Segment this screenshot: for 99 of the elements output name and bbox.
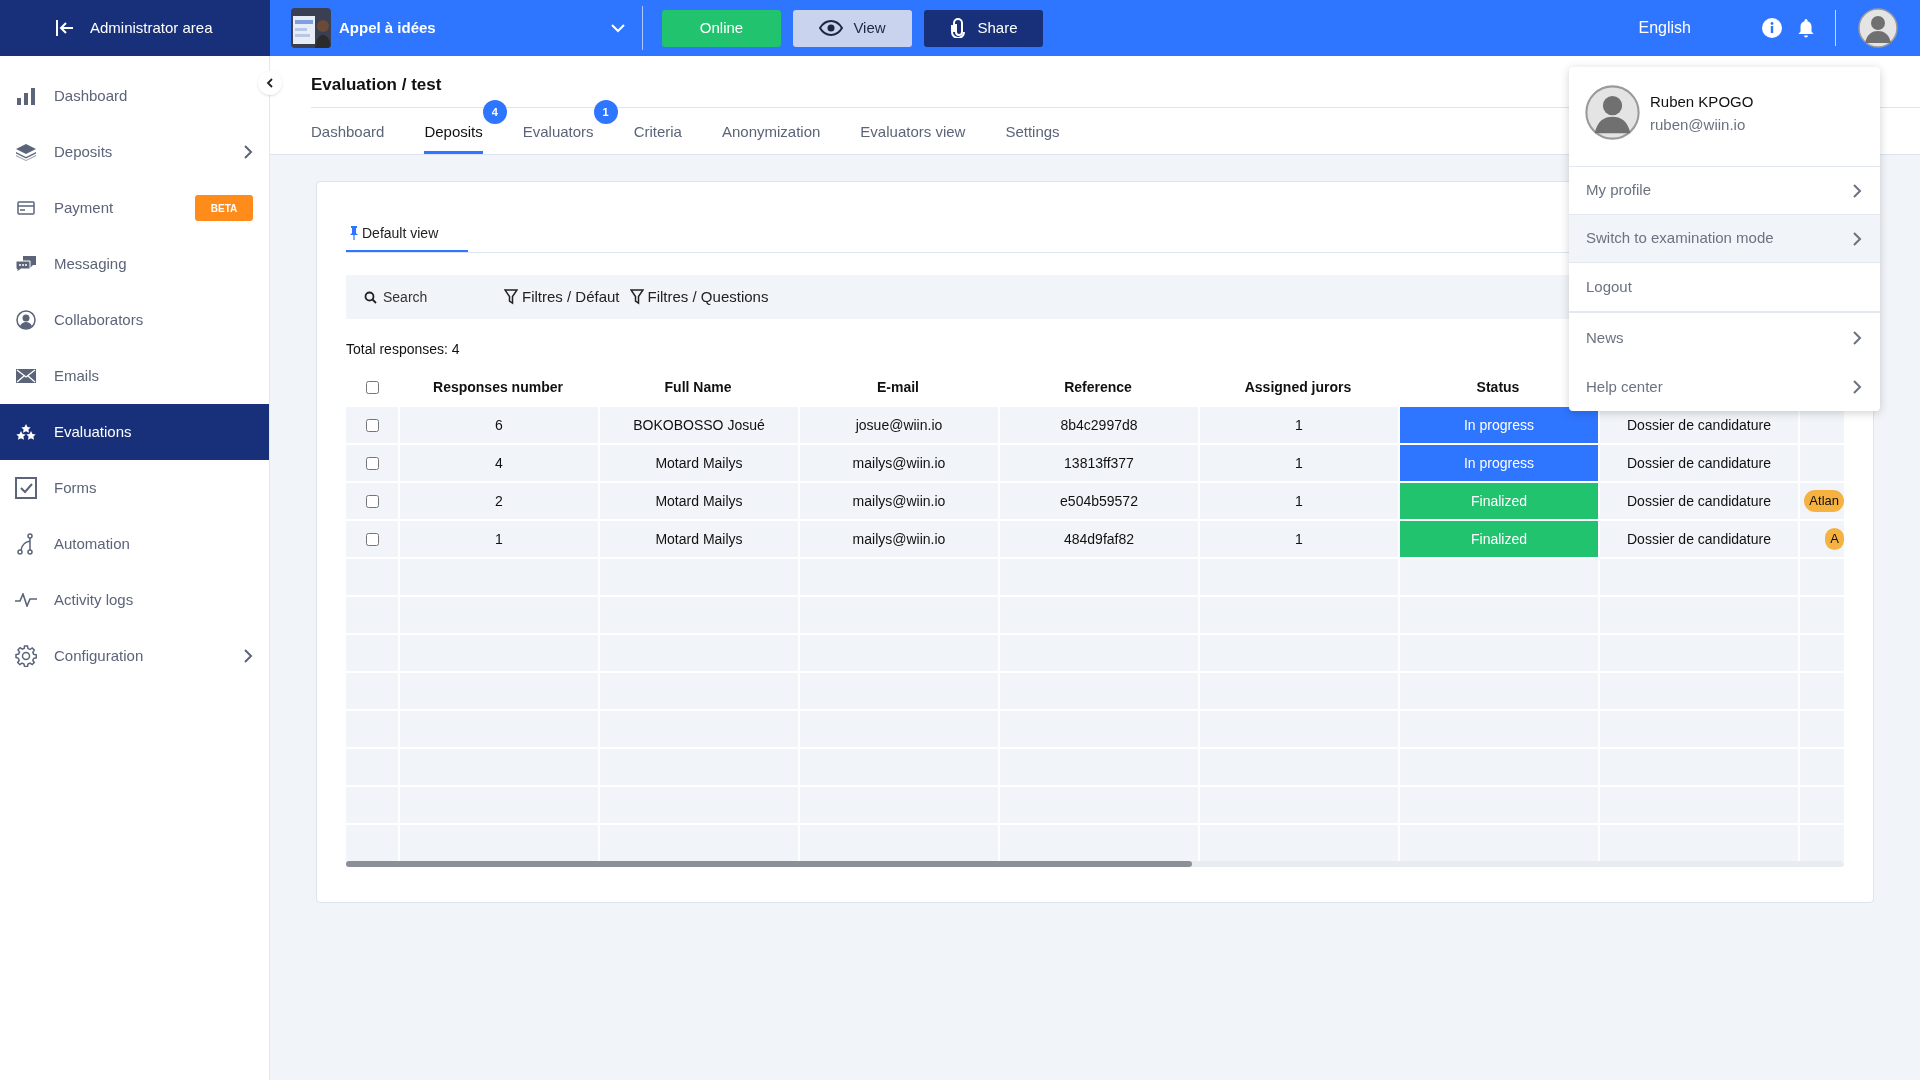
table-cell: 13813ff377	[1000, 445, 1198, 481]
chevron-left-icon	[265, 77, 275, 89]
status-cell: Finalized	[1400, 483, 1598, 519]
status-cell: In progress	[1400, 407, 1598, 443]
sidebar-item[interactable]: Dashboard	[0, 68, 269, 124]
eye-icon	[819, 20, 844, 36]
table-cell: 1	[1200, 483, 1398, 519]
bar-chart-icon	[14, 86, 38, 106]
funnel-icon	[504, 289, 518, 305]
user-email: ruben@wiin.io	[1650, 114, 1747, 135]
filter-button[interactable]: Filtres / Défaut	[504, 285, 620, 309]
share-button[interactable]: Share	[924, 9, 1043, 47]
column-header: E-mail	[876, 377, 920, 397]
link-icon	[949, 18, 968, 38]
table-cell: Dossier de candidature	[1600, 521, 1798, 557]
row-checkbox[interactable]	[365, 456, 379, 470]
sidebar-item[interactable]: Configuration	[0, 628, 269, 684]
search-field[interactable]: Search	[383, 286, 483, 308]
table-cell: 2	[400, 483, 598, 519]
table-cell: 1	[1200, 445, 1398, 481]
menu-item[interactable]: News	[1569, 311, 1880, 363]
sidebar-item[interactable]: Automation	[0, 516, 269, 572]
filter-button[interactable]: Filtres / Questions	[629, 285, 769, 309]
count-badge: 4	[482, 100, 507, 124]
info-icon[interactable]	[1761, 17, 1783, 39]
tag: A	[1825, 528, 1844, 550]
menu-item[interactable]: Logout	[1569, 263, 1880, 311]
user-name: Ruben KPOGO	[1650, 92, 1754, 112]
sidebar-item[interactable]: Activity logs	[0, 572, 269, 628]
table-cell: Dossier de candidature	[1600, 483, 1798, 519]
tab[interactable]: Evaluators view	[860, 114, 966, 154]
table-cell: Dossier de candidature	[1600, 445, 1798, 481]
column-header: Responses number	[432, 377, 564, 397]
stars-icon	[14, 424, 38, 440]
tab[interactable]: Deposits	[424, 114, 483, 154]
tab[interactable]: Evaluators	[522, 114, 594, 154]
table-cell: BOKOBOSSO Josué	[600, 407, 798, 443]
row-checkbox[interactable]	[365, 532, 379, 546]
pin-icon	[350, 226, 358, 240]
search-icon	[364, 290, 377, 304]
view-button[interactable]: View	[793, 9, 912, 47]
avatar-icon	[1585, 85, 1640, 140]
total-responses: Total responses: 4	[346, 340, 461, 357]
status-cell: In progress	[1400, 445, 1598, 481]
table-cell: mailys@wiin.io	[800, 521, 998, 557]
sidebar-item[interactable]: Payment BETA	[0, 180, 269, 236]
table-cell: 1	[400, 521, 598, 557]
table-cell: Motard Mailys	[600, 521, 798, 557]
tab[interactable]: Criteria	[633, 114, 682, 154]
tab[interactable]: Dashboard	[311, 114, 385, 154]
sidebar-item[interactable]: Emails	[0, 348, 269, 404]
sidebar-item[interactable]: Deposits	[0, 124, 269, 180]
funnel-icon	[629, 289, 644, 305]
table-cell: 8b4c2997d8	[1000, 407, 1198, 443]
chat-icon	[14, 255, 38, 273]
table-cell: Motard Mailys	[600, 445, 798, 481]
row-checkbox[interactable]	[365, 418, 379, 432]
admin-area-link[interactable]: Administrator area	[0, 0, 270, 56]
settings-icon	[14, 645, 38, 667]
project-name: Appel à idées	[339, 17, 437, 38]
pulse-icon	[14, 593, 38, 607]
table-cell: 484d9faf82	[1000, 521, 1198, 557]
user-circle-icon	[14, 310, 38, 330]
exit-icon	[54, 17, 76, 39]
beta-badge: BETA	[195, 195, 253, 221]
chevron-down-icon[interactable]	[610, 23, 626, 33]
tab[interactable]: Settings	[1005, 114, 1060, 154]
column-header: Full Name	[663, 377, 733, 397]
sidebar-item[interactable]: Forms	[0, 460, 269, 516]
column-header: Reference	[1063, 377, 1133, 397]
menu-item[interactable]: Switch to examination mode	[1569, 215, 1880, 263]
table-cell: 6	[400, 407, 598, 443]
sidebar-item[interactable]: Evaluations	[0, 404, 269, 460]
layers-icon	[14, 143, 38, 161]
table-cell: Motard Mailys	[600, 483, 798, 519]
tag: Atlan	[1804, 490, 1844, 512]
count-badge: 1	[593, 100, 618, 124]
language-selector[interactable]: English	[1638, 16, 1691, 40]
checkbox-icon	[14, 477, 38, 499]
table-cell: josue@wiin.io	[800, 407, 998, 443]
table-cell: mailys@wiin.io	[800, 483, 998, 519]
select-all-checkbox[interactable]	[365, 380, 379, 394]
column-header: Assigned jurors	[1243, 377, 1353, 397]
table-cell: 1	[1200, 407, 1398, 443]
table-cell: 4	[400, 445, 598, 481]
sidebar-item[interactable]: Collaborators	[0, 292, 269, 348]
table-cell: 1	[1200, 521, 1398, 557]
avatar-icon[interactable]	[1858, 8, 1898, 48]
tab[interactable]: Anonymization	[721, 114, 821, 154]
status-cell: Finalized	[1400, 521, 1598, 557]
card-icon	[14, 201, 38, 215]
view-tab[interactable]: Default view	[346, 216, 468, 252]
table-cell: mailys@wiin.io	[800, 445, 998, 481]
envelope-icon	[14, 369, 38, 383]
scrollbar-thumb[interactable]	[346, 861, 1192, 867]
sidebar-item[interactable]: Messaging	[0, 236, 269, 292]
row-checkbox[interactable]	[365, 494, 379, 508]
table-cell: e504b59572	[1000, 483, 1198, 519]
bell-icon[interactable]	[1797, 18, 1815, 38]
